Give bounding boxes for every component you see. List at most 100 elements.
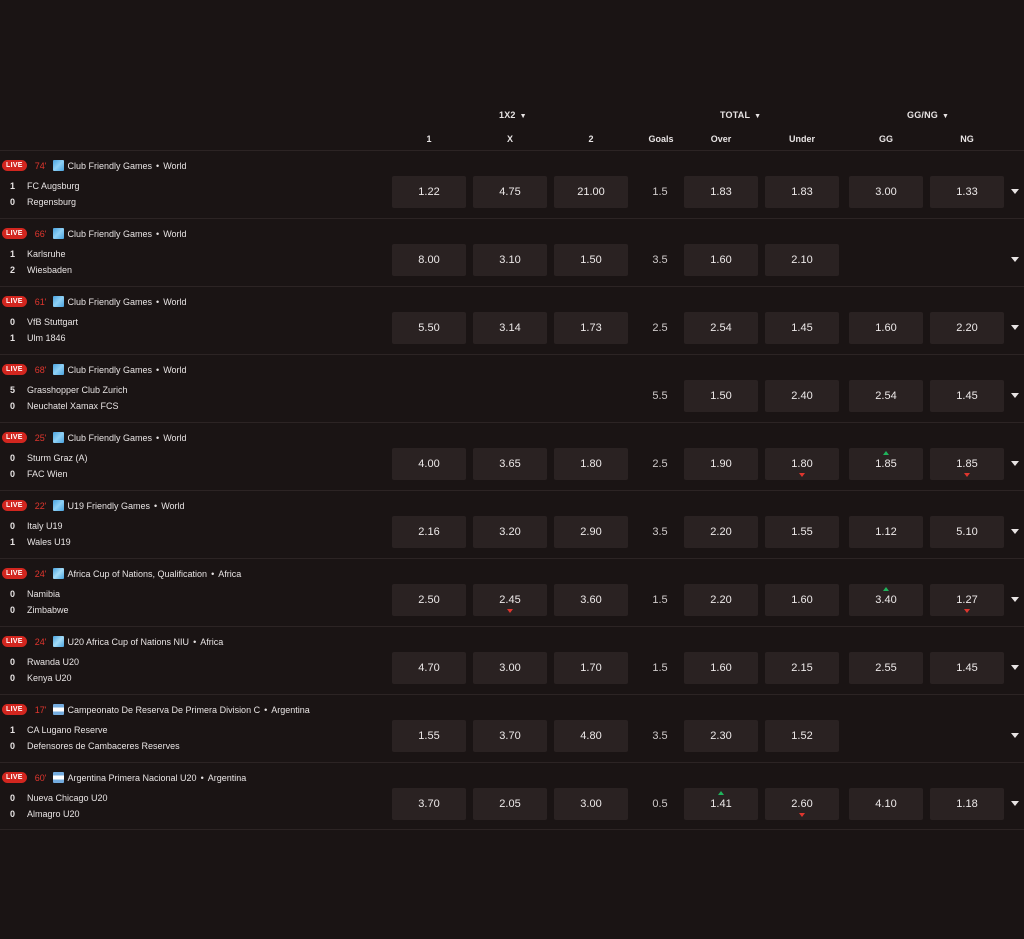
odds-ng-button[interactable]: 1.45 [930,380,1004,412]
expand-chevron-icon[interactable] [1011,257,1019,262]
odds-ng-button[interactable]: 2.20 [930,312,1004,344]
odds-1-button[interactable]: 4.00 [392,448,466,480]
league-name[interactable]: Club Friendly Games [68,365,153,375]
odds-x-button[interactable]: 3.10 [473,244,547,276]
market-ggng-dropdown[interactable]: GG/NG ▼ [907,110,949,120]
odds-x-button[interactable]: 2.45 [473,584,547,616]
odds-over-button[interactable]: 1.60 [684,244,758,276]
odds-1-button[interactable]: 8.00 [392,244,466,276]
home-team[interactable]: 0 Italy U19 [0,521,63,531]
odds-x-button[interactable]: 3.00 [473,652,547,684]
home-team[interactable]: 0 Nueva Chicago U20 [0,793,108,803]
odds-ng-button[interactable]: 1.27 [930,584,1004,616]
league-name[interactable]: Club Friendly Games [68,229,153,239]
odds-under-button[interactable]: 1.55 [765,516,839,548]
odds-gg-button[interactable]: 2.55 [849,652,923,684]
odds-x-button[interactable]: 4.75 [473,176,547,208]
odds-under-button[interactable]: 1.80 [765,448,839,480]
odds-over-button[interactable]: 2.30 [684,720,758,752]
odds-ng-button[interactable]: 1.18 [930,788,1004,820]
odds-ng-button[interactable]: 1.33 [930,176,1004,208]
market-total-dropdown[interactable]: TOTAL ▼ [720,110,761,120]
odds-over-button[interactable]: 1.83 [684,176,758,208]
odds-under-button[interactable]: 1.60 [765,584,839,616]
odds-2-button[interactable]: 2.90 [554,516,628,548]
odds-gg-button[interactable]: 3.00 [849,176,923,208]
odds-ng-button[interactable]: 1.85 [930,448,1004,480]
expand-chevron-icon[interactable] [1011,801,1019,806]
odds-1-button[interactable]: 5.50 [392,312,466,344]
home-team[interactable]: 0 Sturm Graz (A) [0,453,88,463]
away-team[interactable]: 1 Ulm 1846 [0,333,66,343]
away-team[interactable]: 0 Defensores de Cambaceres Reserves [0,741,180,751]
odds-over-button[interactable]: 1.60 [684,652,758,684]
away-team[interactable]: 0 FAC Wien [0,469,68,479]
odds-ng-button[interactable]: 5.10 [930,516,1004,548]
odds-gg-button[interactable]: 1.60 [849,312,923,344]
odds-1-button[interactable]: 1.22 [392,176,466,208]
expand-chevron-icon[interactable] [1011,529,1019,534]
odds-2-button[interactable]: 3.60 [554,584,628,616]
expand-chevron-icon[interactable] [1011,665,1019,670]
home-team[interactable]: 5 Grasshopper Club Zurich [0,385,128,395]
league-name[interactable]: U20 Africa Cup of Nations NIU [68,637,190,647]
odds-over-button[interactable]: 1.41 [684,788,758,820]
home-team[interactable]: 0 Namibia [0,589,60,599]
odds-2-button[interactable]: 1.73 [554,312,628,344]
expand-chevron-icon[interactable] [1011,189,1019,194]
odds-over-button[interactable]: 2.20 [684,516,758,548]
odds-over-button[interactable]: 1.90 [684,448,758,480]
odds-under-button[interactable]: 1.52 [765,720,839,752]
odds-over-button[interactable]: 1.50 [684,380,758,412]
odds-x-button[interactable]: 3.70 [473,720,547,752]
home-team[interactable]: 0 VfB Stuttgart [0,317,78,327]
odds-x-button[interactable]: 3.14 [473,312,547,344]
odds-x-button[interactable]: 3.20 [473,516,547,548]
away-team[interactable]: 2 Wiesbaden [0,265,72,275]
expand-chevron-icon[interactable] [1011,325,1019,330]
odds-2-button[interactable]: 3.00 [554,788,628,820]
expand-chevron-icon[interactable] [1011,597,1019,602]
odds-1-button[interactable]: 2.16 [392,516,466,548]
odds-x-button[interactable]: 3.65 [473,448,547,480]
odds-2-button[interactable]: 1.70 [554,652,628,684]
odds-2-button[interactable]: 1.80 [554,448,628,480]
league-name[interactable]: Africa Cup of Nations, Qualification [68,569,208,579]
home-team[interactable]: 1 Karlsruhe [0,249,66,259]
odds-gg-button[interactable]: 4.10 [849,788,923,820]
odds-gg-button[interactable]: 2.54 [849,380,923,412]
away-team[interactable]: 0 Neuchatel Xamax FCS [0,401,119,411]
expand-chevron-icon[interactable] [1011,393,1019,398]
league-name[interactable]: Club Friendly Games [68,433,153,443]
market-1x2-dropdown[interactable]: 1X2 ▼ [499,110,527,120]
expand-chevron-icon[interactable] [1011,461,1019,466]
home-team[interactable]: 1 FC Augsburg [0,181,80,191]
odds-x-button[interactable]: 2.05 [473,788,547,820]
odds-gg-button[interactable]: 1.12 [849,516,923,548]
league-name[interactable]: Campeonato De Reserva De Primera Divisio… [68,705,261,715]
expand-chevron-icon[interactable] [1011,733,1019,738]
odds-under-button[interactable]: 2.10 [765,244,839,276]
odds-ng-button[interactable]: 1.45 [930,652,1004,684]
league-name[interactable]: Club Friendly Games [68,161,153,171]
away-team[interactable]: 0 Kenya U20 [0,673,72,683]
odds-under-button[interactable]: 2.40 [765,380,839,412]
odds-under-button[interactable]: 2.60 [765,788,839,820]
home-team[interactable]: 1 CA Lugano Reserve [0,725,108,735]
away-team[interactable]: 0 Zimbabwe [0,605,69,615]
odds-over-button[interactable]: 2.20 [684,584,758,616]
odds-under-button[interactable]: 1.45 [765,312,839,344]
odds-over-button[interactable]: 2.54 [684,312,758,344]
league-name[interactable]: U19 Friendly Games [68,501,151,511]
odds-2-button[interactable]: 1.50 [554,244,628,276]
odds-gg-button[interactable]: 1.85 [849,448,923,480]
away-team[interactable]: 0 Almagro U20 [0,809,80,819]
away-team[interactable]: 1 Wales U19 [0,537,71,547]
odds-2-button[interactable]: 21.00 [554,176,628,208]
odds-under-button[interactable]: 2.15 [765,652,839,684]
odds-gg-button[interactable]: 3.40 [849,584,923,616]
away-team[interactable]: 0 Regensburg [0,197,76,207]
league-name[interactable]: Argentina Primera Nacional U20 [68,773,197,783]
odds-1-button[interactable]: 3.70 [392,788,466,820]
odds-under-button[interactable]: 1.83 [765,176,839,208]
